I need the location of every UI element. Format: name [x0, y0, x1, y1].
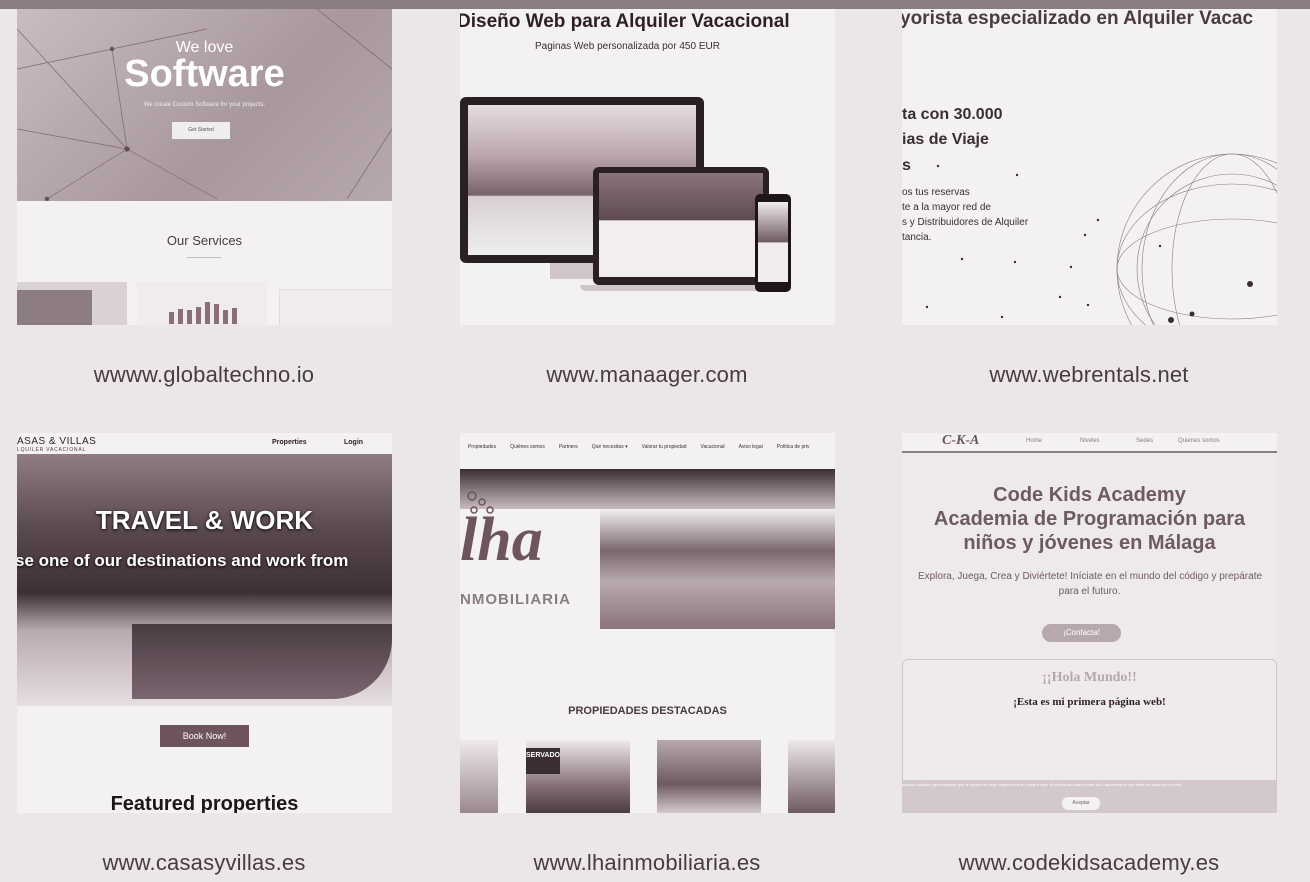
contact-button[interactable]: ¡Contacta! [1042, 624, 1121, 642]
top-bar [0, 0, 1310, 9]
cookie-text: usamos cookies para asegurar que te damo… [902, 782, 1183, 787]
featured-heading: Featured properties [110, 793, 299, 813]
nav-properties[interactable]: Properties [272, 439, 307, 446]
site-url-caption[interactable]: www.manaager.com [397, 362, 897, 388]
laptop-base [580, 285, 782, 291]
site-logo: C-K-A [942, 433, 980, 448]
hero-banner [460, 469, 835, 509]
service-preview-3 [279, 289, 392, 325]
portfolio-card-manaager[interactable]: Diseño Web para Alquiler Vacacional Pagi… [460, 9, 835, 325]
logo-text: lha [460, 506, 543, 574]
portfolio-card-lhainmobiliaria[interactable]: Propiedades Quiénes somos Partners Qué n… [460, 433, 835, 813]
hero-title: TRAVEL & WORK [95, 505, 314, 535]
hero-body: Explora, Juega, Crea y Diviértete! Iníci… [917, 571, 1263, 582]
portfolio-card-globaltechno[interactable]: We love Software We create Custom Softwa… [17, 9, 392, 325]
site-thumbnail[interactable]: ASAS & VILLAS LQUILER VACACIONAL Propert… [17, 433, 392, 813]
reserved-badge: SERVADO [526, 748, 560, 774]
portfolio-card-codekidsacademy[interactable]: C-K-A Home Niveles Sedes Quienes somos C… [902, 433, 1277, 813]
nav-item[interactable]: Valorar tu propiedad [642, 444, 687, 450]
services-heading: Our Services [166, 233, 243, 248]
nav-item[interactable]: Propiedades [468, 444, 496, 450]
site-thumbnail[interactable]: C-K-A Home Niveles Sedes Quienes somos C… [902, 433, 1277, 813]
nav-item[interactable]: Vacacional [701, 444, 725, 450]
nav-item[interactable]: Niveles [1080, 438, 1100, 444]
hero-title-3: niños y jóvenes en Málaga [963, 532, 1216, 554]
site-url-caption[interactable]: wwww.globaltechno.io [0, 362, 454, 388]
site-thumbnail[interactable]: yorista especializado en Alquiler Vacac … [902, 9, 1277, 325]
accept-cookies-button[interactable]: Aceptar [1062, 797, 1100, 810]
book-now-button[interactable]: Book Now! [160, 725, 249, 747]
section-heading: PROPIEDADES DESTACADAS [568, 705, 727, 717]
property-thumb-3[interactable] [657, 740, 761, 813]
laptop-mockup [593, 167, 769, 285]
phone-mockup [755, 194, 791, 292]
logo-subtext: NMOBILIARIA [460, 591, 571, 608]
site-thumbnail[interactable]: Propiedades Quiénes somos Partners Qué n… [460, 433, 835, 813]
globe-network-graphic [925, 153, 1277, 325]
hero-big-text: Software [124, 53, 285, 95]
site-logo-sub: LQUILER VACACIONAL [17, 447, 87, 453]
property-thumb-1[interactable] [460, 740, 498, 813]
nav-item[interactable]: Quienes somos [1178, 438, 1220, 444]
nav-item[interactable]: Quiénes somos [510, 444, 545, 450]
site-title: Diseño Web para Alquiler Vacacional [460, 11, 790, 32]
site-logo: ASAS & VILLAS [17, 436, 97, 447]
property-thumb-2[interactable]: SERVADO [526, 740, 630, 813]
hero-body-2: para el futuro. [1058, 586, 1121, 597]
nav-item[interactable]: Home [1026, 438, 1042, 444]
hello-heading: ¡¡Hola Mundo!! [1042, 670, 1137, 685]
site-thumbnail[interactable]: We love Software We create Custom Softwa… [17, 9, 392, 325]
heading-divider [187, 257, 221, 258]
nav-item[interactable]: Qué necesitas ▾ [592, 444, 628, 450]
get-started-button[interactable]: Get Started [172, 122, 230, 139]
hero-title-2: Academia de Programación para [933, 508, 1246, 530]
site-title: yorista especializado en Alquiler Vacac [902, 9, 1254, 29]
beach-image [600, 509, 835, 629]
site-url-caption[interactable]: www.codekidsacademy.es [839, 850, 1310, 876]
site-thumbnail[interactable]: Diseño Web para Alquiler Vacacional Pagi… [460, 9, 835, 325]
site-url-caption[interactable]: www.webrentals.net [839, 362, 1310, 388]
nav-item[interactable]: Aviso legal [739, 444, 763, 450]
site-url-caption[interactable]: www.casasyvillas.es [0, 850, 454, 876]
site-url-caption[interactable]: www.lhainmobiliaria.es [397, 850, 897, 876]
nav-bar: Propiedades Quiénes somos Partners Qué n… [460, 433, 835, 461]
site-subtitle: Paginas Web personalizada por 450 EUR [535, 41, 720, 52]
nav-login[interactable]: Login [344, 439, 363, 446]
nav-item[interactable]: Partners [559, 444, 578, 450]
service-preview-chart [137, 282, 267, 325]
nav-item[interactable]: Política de priv [777, 444, 810, 450]
hero-subtext: We create Custom Software for your proje… [143, 102, 266, 108]
nav-item[interactable]: Sedes [1136, 438, 1153, 444]
hello-subheading: ¡Esta es mi primera página web! [1013, 696, 1166, 708]
portfolio-card-webrentals[interactable]: yorista especializado en Alquiler Vacac … [902, 9, 1277, 325]
hero-subtitle: se one of our destinations and work from [17, 551, 349, 570]
portfolio-card-casasyvillas[interactable]: ASAS & VILLAS LQUILER VACACIONAL Propert… [17, 433, 392, 813]
hero-title-1: Code Kids Academy [993, 484, 1186, 506]
property-thumb-4[interactable] [788, 740, 835, 813]
service-preview-1 [17, 282, 127, 325]
hero-image [17, 454, 392, 706]
